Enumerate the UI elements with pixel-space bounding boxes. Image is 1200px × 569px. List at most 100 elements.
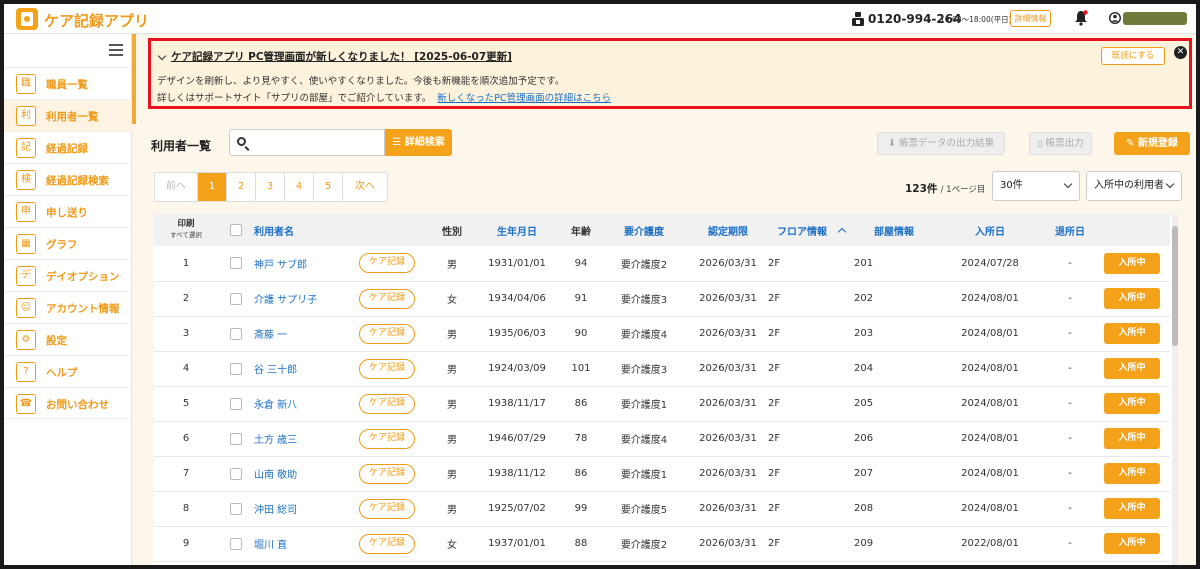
status-badge[interactable]: 入所中 <box>1104 463 1160 484</box>
notice-detail-link[interactable]: 新しくなったPC管理画面の詳細はこちら <box>437 93 611 104</box>
detail-info-button[interactable]: 詳細情報 <box>1010 10 1051 27</box>
row-checkbox[interactable] <box>230 257 242 270</box>
sidebar-item-label: 利用者一覧 <box>46 111 99 123</box>
sidebar-item[interactable]: 申申し送り <box>4 195 132 227</box>
row-checkbox[interactable] <box>230 502 242 515</box>
room-header[interactable]: 部屋情報 <box>854 214 934 246</box>
care-record-button[interactable]: ケア記録 <box>359 323 415 344</box>
prev-page-button[interactable]: 前へ <box>155 173 198 201</box>
page-button[interactable]: 2 <box>227 173 256 201</box>
sidebar-item[interactable]: ⚙ 設定 <box>4 323 132 355</box>
day-option-icon: デ <box>16 266 36 286</box>
room-cell: 205 <box>854 398 874 409</box>
care-record-cell: ケア記録 <box>342 491 432 526</box>
user-name-link[interactable]: 永倉 新八 <box>254 386 342 421</box>
care-record-button[interactable]: ケア記録 <box>359 288 415 309</box>
birthdate-header[interactable]: 生年月日 <box>472 214 562 246</box>
select-all-checkbox[interactable] <box>230 224 242 236</box>
hamburger-menu-icon[interactable] <box>109 44 123 56</box>
result-count: 123件 / 1ページ目 <box>905 181 985 196</box>
status-cell: 入所中 <box>1094 456 1170 491</box>
user-icon[interactable] <box>1109 12 1121 24</box>
search-input[interactable] <box>229 129 385 156</box>
next-page-button[interactable]: 次へ <box>343 173 387 201</box>
user-name-link[interactable]: 山南 敬助 <box>254 456 342 491</box>
sidebar-item[interactable]: ▦ グラフ <box>4 227 132 259</box>
row-checkbox-cell <box>218 281 254 316</box>
bell-icon[interactable] <box>1074 10 1088 26</box>
care-record-button[interactable]: ケア記録 <box>359 393 415 414</box>
row-checkbox[interactable] <box>230 537 242 550</box>
status-badge[interactable]: 入所中 <box>1104 393 1160 414</box>
scroll-thumb[interactable] <box>1172 226 1178 346</box>
room-cell: 202 <box>854 293 874 304</box>
sidebar-item[interactable]: デデイオプション <box>4 259 132 291</box>
user-name-link[interactable]: 谷 三十郎 <box>254 351 342 386</box>
row-checkbox[interactable] <box>230 292 242 305</box>
advanced-search-button[interactable]: ☰ 詳細検索 <box>385 129 452 156</box>
chevron-down-icon[interactable] <box>157 51 167 61</box>
sidebar-item[interactable]: 検経過記録検索 <box>4 163 132 195</box>
table-row: 8 沖田 総司 ケア記録 男 1925/07/02 99 要介護度5 2026/03/31 2F… <box>154 491 1170 526</box>
user-name-link[interactable]: 神戸 サブ郎 <box>254 246 342 281</box>
table-scrollbar[interactable] <box>1172 214 1178 565</box>
select-all-label[interactable]: すべて選択 <box>154 230 218 241</box>
user-name-link[interactable]: 堀川 直 <box>254 526 342 561</box>
sidebar-item[interactable]: ☺ アカウント情報 <box>4 291 132 323</box>
mark-read-button[interactable]: 既読にする <box>1101 47 1165 65</box>
report-output-button[interactable]: ▯ 帳票出力 <box>1029 132 1092 155</box>
sidebar-item[interactable]: ? ヘルプ <box>4 355 132 387</box>
care-record-button[interactable]: ケア記録 <box>359 463 415 484</box>
care-level-cell: 要介護度4 <box>620 330 668 341</box>
care-level-cell: 要介護度4 <box>620 435 668 446</box>
sort-asc-icon <box>837 227 847 236</box>
user-name-link[interactable]: 沖田 総司 <box>254 491 342 526</box>
row-checkbox[interactable] <box>230 397 242 410</box>
birthdate-cell: 1935/06/03 <box>488 328 546 339</box>
user-name-link[interactable]: 介護 サプリ子 <box>254 281 342 316</box>
care-level-header[interactable]: 要介護度 <box>600 214 688 246</box>
status-badge[interactable]: 入所中 <box>1104 428 1160 449</box>
care-record-cell: ケア記録 <box>342 386 432 421</box>
per-page-select[interactable]: 30件 <box>992 171 1080 201</box>
admission-header[interactable]: 入所日 <box>934 214 1046 246</box>
discharge-header[interactable]: 退所日 <box>1046 214 1094 246</box>
floor-header[interactable]: フロア情報 <box>768 214 854 246</box>
status-badge[interactable]: 入所中 <box>1104 323 1160 344</box>
care-record-cell: ケア記録 <box>342 316 432 351</box>
user-name-redacted[interactable] <box>1123 12 1187 25</box>
name-header[interactable]: 利用者名 <box>254 214 342 246</box>
care-record-button[interactable]: ケア記録 <box>359 428 415 449</box>
sidebar-item[interactable]: 利利用者一覧 <box>4 99 132 131</box>
sidebar: 職職員一覧利利用者一覧記経過記録検経過記録検索申申し送り ▦ グラフデデイオプション… <box>4 34 132 565</box>
row-checkbox[interactable] <box>230 327 242 340</box>
row-checkbox[interactable] <box>230 362 242 375</box>
row-checkbox[interactable] <box>230 432 242 445</box>
sidebar-item[interactable]: ☎ お問い合わせ <box>4 387 132 419</box>
page-button[interactable]: 1 <box>198 173 227 201</box>
status-badge[interactable]: 入所中 <box>1104 288 1160 309</box>
notice-title[interactable]: ケア記録アプリ PC管理画面が新しくなりました！ [2025-06-07更新] <box>171 49 512 64</box>
close-icon[interactable]: ✕ <box>1174 46 1187 59</box>
care-record-button[interactable]: ケア記録 <box>359 358 415 379</box>
care-record-button[interactable]: ケア記録 <box>359 253 415 274</box>
user-name-link[interactable]: 斎藤 一 <box>254 316 342 351</box>
discharge-cell: - <box>1068 398 1072 409</box>
page-button[interactable]: 4 <box>285 173 314 201</box>
user-name-link[interactable]: 土方 歳三 <box>254 421 342 456</box>
care-record-button[interactable]: ケア記録 <box>359 498 415 519</box>
cert-period-header[interactable]: 認定期限 <box>688 214 768 246</box>
row-checkbox[interactable] <box>230 467 242 480</box>
new-register-button[interactable]: ✎ 新規登録 <box>1114 132 1190 155</box>
status-badge[interactable]: 入所中 <box>1104 358 1160 379</box>
sidebar-item[interactable]: 記経過記録 <box>4 131 132 163</box>
page-button[interactable]: 3 <box>256 173 285 201</box>
sidebar-item[interactable]: 職職員一覧 <box>4 67 132 99</box>
care-record-button[interactable]: ケア記録 <box>359 533 415 554</box>
page-button[interactable]: 5 <box>314 173 343 201</box>
status-badge[interactable]: 入所中 <box>1104 252 1160 274</box>
status-badge[interactable]: 入所中 <box>1104 533 1160 554</box>
status-filter-select[interactable]: 入所中の利用者 <box>1086 171 1182 201</box>
status-badge[interactable]: 入所中 <box>1104 498 1160 519</box>
export-results-button[interactable]: ⬇ 帳票データの出力結果 <box>877 132 1005 155</box>
